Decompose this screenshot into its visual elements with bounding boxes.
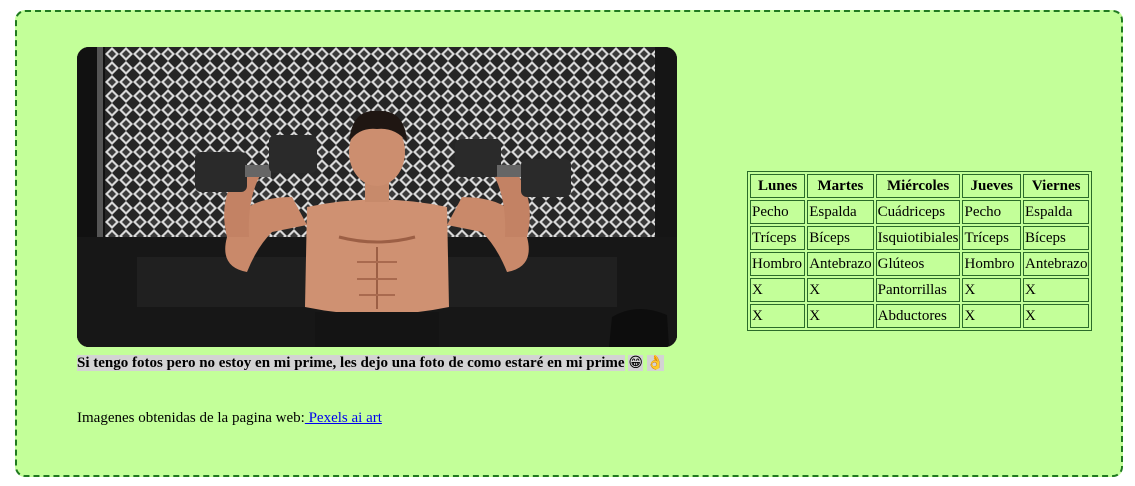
header-miercoles: Miércoles — [875, 174, 961, 198]
table-cell: X — [1022, 278, 1090, 302]
table-cell: Espalda — [1022, 200, 1090, 224]
table-cell: Hombro — [962, 252, 1021, 276]
caption-text: Si tengo fotos pero no estoy en mi prime… — [77, 355, 625, 371]
header-jueves: Jueves — [962, 174, 1021, 198]
table-cell: Espalda — [807, 200, 874, 224]
table-cell: Cuádriceps — [875, 200, 961, 224]
table-row: Hombro Antebrazo Glúteos Hombro Antebraz… — [750, 252, 1090, 276]
table-cell: Isquiotibiales — [875, 226, 961, 250]
source-label: Imagenes obtenidas de la pagina web: — [77, 410, 305, 426]
table-cell: Bíceps — [807, 226, 874, 250]
table-cell: Pecho — [962, 200, 1021, 224]
table-cell: X — [750, 304, 806, 328]
photo-caption: Si tengo fotos pero no estoy en mi prime… — [77, 353, 697, 373]
header-lunes: Lunes — [750, 174, 806, 198]
table-row: Tríceps Bíceps Isquiotibiales Tríceps Bí… — [750, 226, 1090, 250]
grinning-face-icon: 😁 — [628, 355, 643, 371]
ok-hand-icon: 👌 — [646, 355, 665, 371]
table-cell: X — [1022, 304, 1090, 328]
table-cell: X — [807, 304, 874, 328]
table-cell: Pecho — [750, 200, 806, 224]
table-cell: Abductores — [875, 304, 961, 328]
table-cell: Glúteos — [875, 252, 961, 276]
table-row: X X Pantorrillas X X — [750, 278, 1090, 302]
photo-illustration — [77, 47, 677, 347]
table-cell: X — [962, 304, 1021, 328]
table-cell: Pantorrillas — [875, 278, 961, 302]
table-cell: Hombro — [750, 252, 806, 276]
header-martes: Martes — [807, 174, 874, 198]
table-header-row: Lunes Martes Miércoles Jueves Viernes — [750, 174, 1090, 198]
table-cell: X — [807, 278, 874, 302]
table-cell: Bíceps — [1022, 226, 1090, 250]
image-source: Imagenes obtenidas de la pagina web: Pex… — [77, 408, 382, 428]
content-panel: Si tengo fotos pero no estoy en mi prime… — [15, 10, 1123, 477]
fitness-photo — [77, 47, 677, 347]
table-row: X X Abductores X X — [750, 304, 1090, 328]
table-cell: Antebrazo — [1022, 252, 1090, 276]
table-cell: X — [750, 278, 806, 302]
table-cell: Antebrazo — [807, 252, 874, 276]
table-cell: Tríceps — [750, 226, 806, 250]
pexels-link[interactable]: Pexels ai art — [305, 410, 382, 426]
weekly-workout-table: Lunes Martes Miércoles Jueves Viernes Pe… — [747, 171, 1093, 331]
header-viernes: Viernes — [1022, 174, 1090, 198]
table-row: Pecho Espalda Cuádriceps Pecho Espalda — [750, 200, 1090, 224]
table-cell: X — [962, 278, 1021, 302]
table-cell: Tríceps — [962, 226, 1021, 250]
